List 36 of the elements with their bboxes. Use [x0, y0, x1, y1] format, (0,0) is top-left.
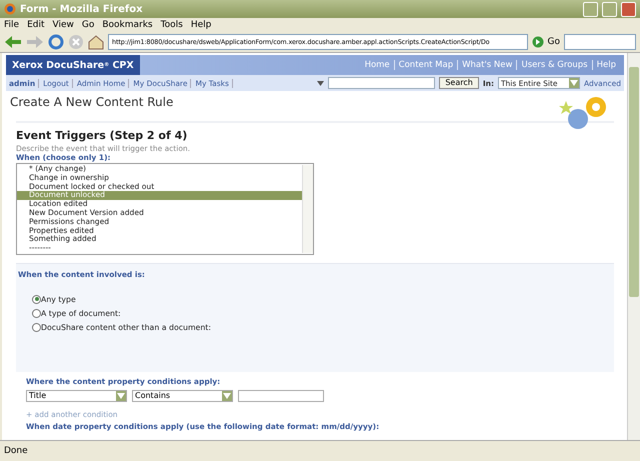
go-button[interactable]: Go: [548, 37, 560, 47]
back-icon[interactable]: [4, 35, 22, 49]
menu-item[interactable]: Go: [82, 20, 94, 30]
caret-icon[interactable]: [317, 80, 324, 86]
menu-item[interactable]: View: [52, 20, 74, 30]
close-button[interactable]: [621, 2, 636, 16]
go-icon[interactable]: [532, 36, 544, 48]
dropdown-arrow-icon: [568, 78, 579, 88]
search-field[interactable]: [328, 77, 436, 89]
status-text: Done: [4, 446, 28, 456]
dropdown-arrow-icon: [222, 390, 232, 401]
minimize-button[interactable]: [583, 2, 598, 16]
menu-item[interactable]: File: [4, 20, 20, 30]
search-button[interactable]: Search: [439, 77, 479, 89]
scrollbar[interactable]: [627, 53, 640, 440]
section-heading: Event Triggers (Step 2 of 4): [16, 129, 188, 142]
list-scrollbar[interactable]: [302, 165, 313, 253]
forward-icon[interactable]: [26, 35, 44, 49]
menu-item[interactable]: Bookmarks: [102, 20, 153, 30]
browser-icon: [4, 3, 16, 15]
property-dropdown[interactable]: Title: [26, 390, 127, 402]
radio-button[interactable]: [32, 308, 41, 318]
dropdown-arrow-icon: [116, 390, 126, 401]
page-title: Create A New Content Rule: [10, 95, 174, 111]
value-field[interactable]: [238, 390, 324, 402]
home-icon[interactable]: [88, 34, 104, 50]
menu-item[interactable]: Tools: [160, 20, 183, 30]
menu-item[interactable]: Help: [190, 20, 212, 30]
search-field[interactable]: [564, 34, 636, 50]
operator-dropdown[interactable]: Contains: [132, 390, 233, 402]
menu-item[interactable]: Edit: [27, 20, 44, 30]
maximize-button[interactable]: [602, 2, 617, 16]
site-logo: Xerox DocuShare$^{®}$ CPX: [6, 55, 140, 75]
radio-button[interactable]: [32, 322, 41, 332]
window-title: Form - Mozilla Firefox: [20, 4, 144, 14]
radio-button[interactable]: [32, 294, 41, 304]
